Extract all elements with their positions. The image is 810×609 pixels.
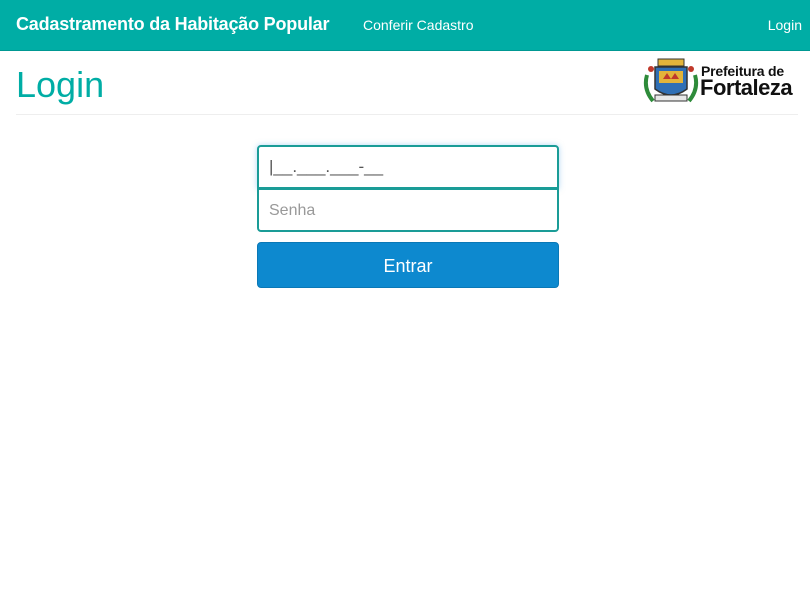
password-input[interactable] (257, 188, 559, 232)
page-title: Login (16, 64, 105, 105)
navbar-brand[interactable]: Cadastramento da Habitação Popular (16, 14, 329, 35)
login-form: Entrar (257, 145, 559, 288)
entrar-button[interactable]: Entrar (257, 242, 559, 288)
cpf-input[interactable] (257, 145, 559, 189)
fortaleza-coat-of-arms-icon (643, 58, 699, 103)
top-navbar: Cadastramento da Habitação Popular Confe… (0, 0, 810, 51)
logo-text-fortaleza: Fortaleza (700, 75, 793, 100)
prefeitura-logo: Prefeitura de Fortaleza (641, 57, 798, 107)
nav-link-login[interactable]: Login (768, 17, 802, 33)
page-header: Login Prefeitura de Fortaleza (16, 51, 798, 115)
nav-link-conferir-cadastro[interactable]: Conferir Cadastro (363, 17, 474, 33)
